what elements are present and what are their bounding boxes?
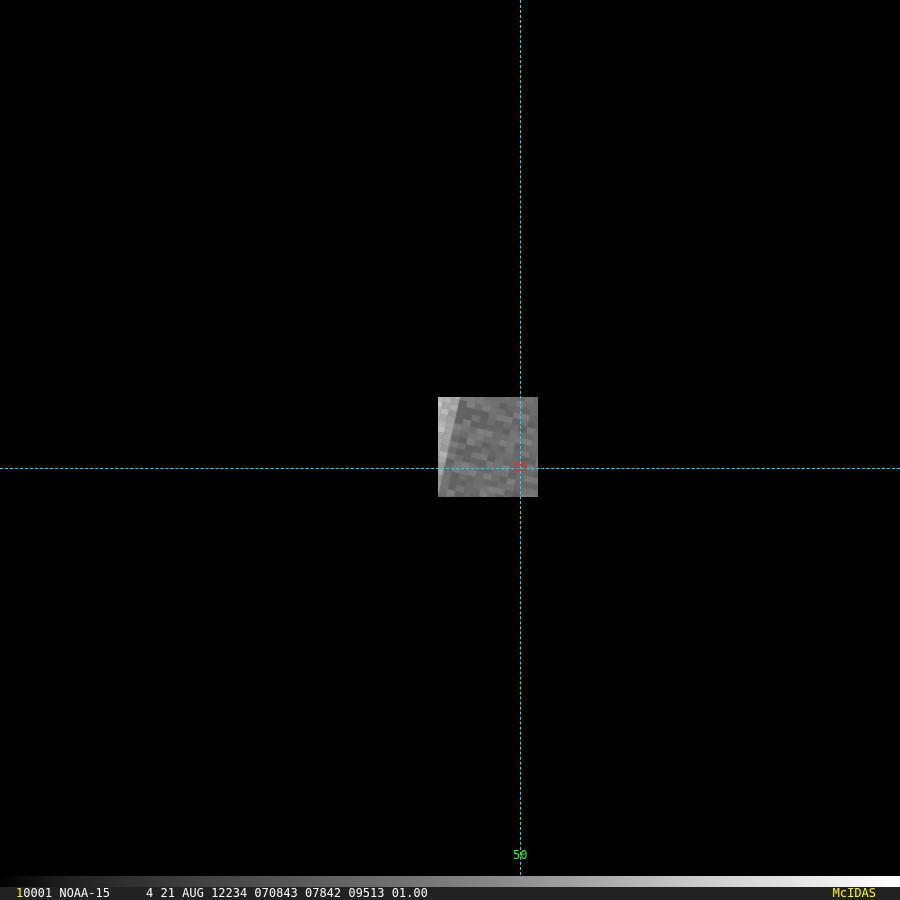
longitude-grid-line xyxy=(520,0,521,900)
latitude-label: 15 xyxy=(513,460,528,474)
image-info-text: 0001 NOAA-15 4 21 AUG 12234 070843 07842… xyxy=(23,886,428,900)
latitude-grid-line xyxy=(0,468,900,469)
status-bar: 10001 NOAA-15 4 21 AUG 12234 070843 0784… xyxy=(0,887,900,900)
mcidas-logo: McIDAS xyxy=(832,886,876,900)
satellite-image-patch xyxy=(438,397,538,497)
longitude-label: 50 xyxy=(513,848,528,862)
frame-number: 1 xyxy=(16,886,24,900)
